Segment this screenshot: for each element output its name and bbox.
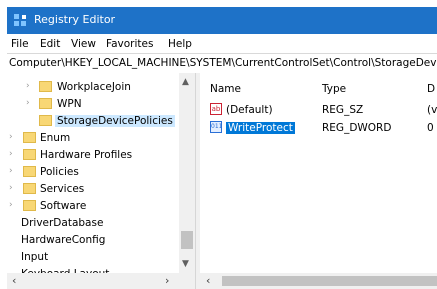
value-type: REG_DWORD — [322, 122, 392, 134]
chevron-right-icon[interactable]: › — [9, 183, 13, 193]
menu-file[interactable]: File — [11, 38, 29, 50]
string-value-icon: ab — [210, 103, 222, 115]
title-bar[interactable]: Registry Editor — [7, 7, 437, 34]
column-header-name[interactable]: Name — [210, 83, 241, 95]
tree-item-label: DriverDatabase — [21, 217, 104, 229]
column-header-data[interactable]: D — [427, 83, 435, 95]
tree-item-enum[interactable]: › Enum — [7, 130, 179, 147]
tree-item-label: Enum — [40, 132, 71, 144]
tree-item-storagedevicepolicies[interactable]: StorageDevicePolicies — [7, 113, 179, 130]
tree-horizontal-scrollbar[interactable]: ‹ › — [7, 273, 195, 289]
list-horizontal-scrollbar[interactable]: ‹ — [200, 273, 437, 289]
tree-item-label: HardwareConfig — [21, 234, 106, 246]
menu-edit[interactable]: Edit — [40, 38, 60, 50]
address-path: Computer\HKEY_LOCAL_MACHINE\SYSTEM\Curre… — [9, 57, 437, 69]
scroll-thumb[interactable] — [222, 276, 437, 286]
tree-item-label: Input — [21, 251, 49, 263]
tree-item-software[interactable]: › Software — [7, 198, 179, 215]
value-type: REG_SZ — [322, 104, 364, 116]
value-name: WriteProtect — [226, 122, 295, 134]
values-list: Name Type D ab (Default) REG_SZ (v 011 W… — [200, 73, 437, 273]
binary-value-icon: 011 — [210, 121, 222, 133]
menu-favorites[interactable]: Favorites — [106, 38, 153, 50]
tree-item-services[interactable]: › Services — [7, 181, 179, 198]
key-tree: › WorkplaceJoin › WPN StorageDevicePolic… — [7, 73, 195, 289]
tree-item-input[interactable]: Input — [7, 249, 179, 266]
value-name: (Default) — [226, 104, 273, 116]
value-data: 0 — [427, 122, 434, 134]
scroll-up-icon[interactable]: ▲ — [182, 77, 189, 87]
chevron-right-icon[interactable]: › — [26, 98, 30, 108]
registry-editor-icon — [14, 14, 26, 26]
chevron-right-icon[interactable]: › — [9, 200, 13, 210]
tree-item-label: WPN — [57, 98, 82, 110]
scroll-left-icon[interactable]: ‹ — [12, 274, 16, 287]
folder-icon — [23, 149, 36, 160]
tree-item-label: WorkplaceJoin — [57, 81, 131, 93]
scroll-thumb[interactable] — [181, 231, 193, 249]
value-data: (v — [427, 104, 437, 116]
tree-item-workplacejoin[interactable]: › WorkplaceJoin — [7, 79, 179, 96]
registry-editor-window: Registry Editor File Edit View Favorites… — [7, 7, 437, 289]
folder-icon — [39, 98, 52, 109]
menu-help[interactable]: Help — [168, 38, 192, 50]
tree-item-driverdatabase[interactable]: DriverDatabase — [7, 215, 179, 232]
tree-item-wpn[interactable]: › WPN — [7, 96, 179, 113]
folder-icon — [23, 200, 36, 211]
chevron-right-icon[interactable]: › — [9, 149, 13, 159]
tree-item-label: Software — [40, 200, 87, 212]
tree-item-policies[interactable]: › Policies — [7, 164, 179, 181]
tree-item-hardware-profiles[interactable]: › Hardware Profiles — [7, 147, 179, 164]
tree-item-label: Policies — [40, 166, 79, 178]
tree-item-label: Hardware Profiles — [40, 149, 133, 161]
tree-item-label: Services — [40, 183, 85, 195]
scroll-left-icon[interactable]: ‹ — [206, 274, 210, 287]
chevron-right-icon[interactable]: › — [9, 166, 13, 176]
folder-icon — [23, 183, 36, 194]
tree-item-hardwareconfig[interactable]: HardwareConfig — [7, 232, 179, 249]
folder-icon — [39, 115, 52, 126]
menu-view[interactable]: View — [71, 38, 96, 50]
tree-vertical-scrollbar[interactable]: ▲ ▼ — [179, 73, 195, 273]
folder-icon — [39, 81, 52, 92]
chevron-right-icon[interactable]: › — [9, 132, 13, 142]
table-row[interactable]: ab (Default) REG_SZ (v — [200, 102, 437, 118]
scroll-right-icon[interactable]: › — [165, 274, 169, 287]
tree-item-label: StorageDevicePolicies — [55, 115, 175, 127]
column-header-type[interactable]: Type — [322, 83, 346, 95]
folder-icon — [23, 166, 36, 177]
address-bar[interactable]: Computer\HKEY_LOCAL_MACHINE\SYSTEM\Curre… — [7, 53, 437, 74]
menu-bar: File Edit View Favorites Help — [7, 36, 437, 53]
chevron-right-icon[interactable]: › — [26, 81, 30, 91]
scroll-down-icon[interactable]: ▼ — [182, 259, 189, 269]
window-title: Registry Editor — [34, 13, 116, 26]
table-row[interactable]: 011 WriteProtect REG_DWORD 0 — [200, 120, 437, 136]
folder-icon — [23, 132, 36, 143]
